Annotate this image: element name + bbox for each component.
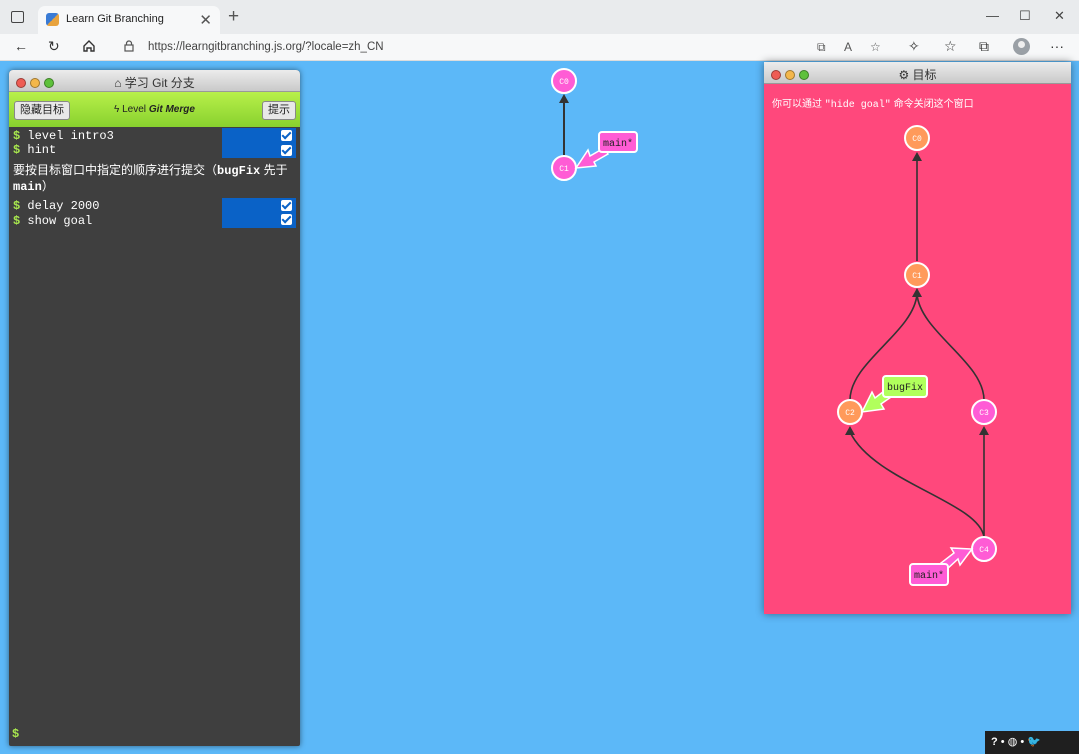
prompt-symbol: $ [13,214,21,228]
goal-commit-c3-label: C3 [979,409,989,418]
edge-arrowhead [912,288,922,297]
command-text: hint [27,143,57,157]
command-line: $ delay 2000 [13,199,99,213]
edge-c4-c2 [849,431,985,538]
goal-commit-c2: C2 [837,399,863,425]
command-line: $ level intro3 [13,129,114,143]
level-label: ϟ Level Git Merge [9,104,300,115]
command-status [222,198,296,228]
hint-text-part: 先于 [260,163,288,177]
separator-dot: • [1000,736,1008,748]
command-input-prompt[interactable]: $ [12,727,19,741]
commit-c1-label: C1 [559,165,569,174]
goal-commit-c1: C1 [904,262,930,288]
level-helper-bar: 隐藏目标 ϟ Level Git Merge 提示 [9,92,300,127]
terminal-toolbar: ⌂ 学习 Git 分支 [9,70,300,92]
level-name: Git Merge [148,104,195,115]
hint-text-part: ） [41,179,54,193]
goal-commit-c0: C0 [904,125,930,151]
command-text: delay 2000 [27,199,100,213]
goal-branch-bugfix: bugFix [860,375,928,413]
goal-branch-main-label: main* [914,570,944,582]
branch-main-label: main* [603,138,633,150]
hint-code: main [13,180,42,194]
goal-commit-c1-label: C1 [912,272,922,281]
goal-commit-c3: C3 [971,399,997,425]
commit-c0-label: C0 [559,78,569,87]
commit-c0[interactable]: C0 [551,68,577,94]
hint-code: bugFix [217,164,261,178]
goal-commit-c4: C4 [971,536,997,562]
goal-commit-c4-label: C4 [979,546,989,555]
help-icon[interactable]: ? [991,736,998,748]
command-line: $ show goal [13,214,92,228]
goal-branch-main: main* [909,547,974,586]
command-text: show goal [27,214,93,228]
check-icon [281,200,292,211]
edge-arrowhead [845,426,855,435]
commit-c1[interactable]: C1 [551,155,577,181]
edge-arrowhead [912,152,922,161]
lightning-icon: ϟ [114,104,120,115]
globe-icon[interactable]: ◍ [1008,736,1018,748]
hint-button[interactable]: 提示 [262,101,296,120]
goal-branch-bugfix-label: bugFix [887,382,923,394]
twitter-icon[interactable]: 🐦 [1027,736,1041,748]
goal-commit-c2-label: C2 [845,409,855,418]
edge-arrowhead [559,94,569,103]
check-icon [281,130,292,141]
terminal-window: ⌂ 学习 Git 分支 隐藏目标 ϟ Level Git Merge 提示 $ … [9,70,300,746]
prompt-symbol: $ [13,199,21,213]
command-text: level intro3 [27,129,114,143]
command-line: $ hint [13,143,56,157]
check-icon [281,214,292,225]
social-bar: ? • ◍ • 🐦 [985,731,1079,754]
goal-git-tree: C0 C1 C2 C3 C4 bugFix main* [837,125,997,586]
branch-main[interactable]: main* [574,131,638,169]
check-icon [281,145,292,156]
terminal-title-text: 学习 Git 分支 [124,76,195,90]
command-status [222,128,296,143]
hint-text-part: 要按目标窗口中指定的顺序进行提交（ [13,163,218,177]
edge-arrowhead [979,426,989,435]
goal-window: ⚙ 目标 你可以通过 "hide goal" 命令关闭这个窗口 C0 C1 C2 [764,62,1071,614]
hint-message: 要按目标窗口中指定的顺序进行提交（bugFix 先于 main） [13,163,297,195]
prompt-symbol: $ [13,143,21,157]
level-prefix: Level [122,104,147,115]
prompt-symbol: $ [13,129,21,143]
goal-commit-c0-label: C0 [912,135,922,144]
terminal-title: ⌂ 学习 Git 分支 [9,74,300,91]
command-status [222,143,296,158]
home-icon: ⌂ [114,76,122,90]
